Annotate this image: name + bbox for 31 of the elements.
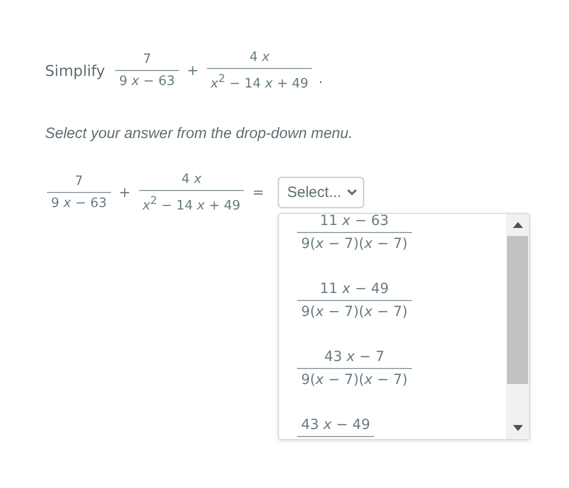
scrollbar[interactable]	[506, 214, 530, 440]
numerator: 11 x − 63	[318, 214, 390, 232]
numerator: 43 x − 49	[300, 417, 372, 436]
answer-option[interactable]: 43 x − 49	[295, 414, 376, 438]
scroll-up-icon[interactable]	[512, 222, 523, 228]
denominator: x$^{2}$ − 14 x + 49	[141, 193, 242, 214]
numerator: 4 x	[180, 172, 203, 190]
denominator: 9(x − 7)(x − 7)	[300, 235, 409, 252]
numerator: 11 x − 49	[318, 281, 390, 300]
operator: +	[186, 62, 200, 79]
denominator: 9 x − 63	[118, 73, 176, 90]
numerator: 43 x − 7	[323, 349, 386, 368]
chevron-down-icon	[347, 189, 358, 196]
numerator: 4 x	[248, 50, 271, 67]
prompt-label: Simplify	[45, 62, 106, 80]
answer-select[interactable]: Select...	[278, 177, 364, 208]
scroll-thumb[interactable]	[507, 236, 528, 384]
period: .	[318, 71, 323, 88]
answer-option[interactable]: 11 x − 63 9(x − 7)(x − 7)	[295, 214, 414, 252]
numerator: 7	[142, 52, 152, 70]
answer-option[interactable]: 43 x − 7 9(x − 7)(x − 7)	[295, 346, 414, 388]
scroll-down-icon[interactable]	[512, 425, 523, 432]
denominator: 9(x − 7)(x − 7)	[300, 371, 409, 388]
equals-sign: =	[251, 184, 266, 201]
answer-option[interactable]: 11 x − 49 9(x − 7)(x − 7)	[295, 278, 414, 320]
numerator: 7	[74, 174, 84, 192]
denominator: 9(x − 7)(x − 7)	[300, 303, 409, 320]
denominator: 9 x − 63	[50, 195, 108, 212]
denominator: x$^{2}$ − 14 x + 49	[210, 71, 310, 92]
operator: +	[118, 184, 132, 201]
instruction-text: Select your answer from the drop-down menu.	[45, 125, 354, 142]
